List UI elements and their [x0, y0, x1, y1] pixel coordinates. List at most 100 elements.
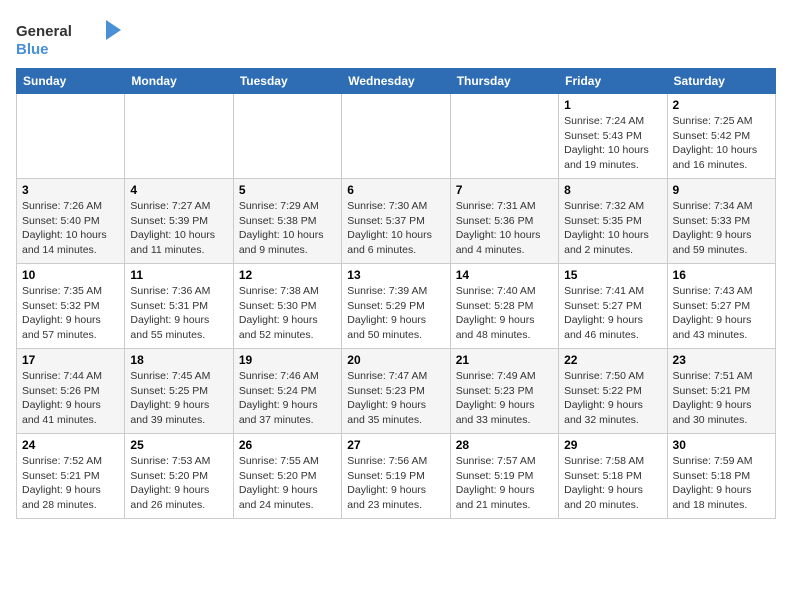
day-number: 24: [22, 438, 119, 452]
calendar-cell: 21 Sunrise: 7:49 AM Sunset: 5:23 PM Dayli…: [450, 349, 558, 434]
day-detail: Sunrise: 7:58 AM Sunset: 5:18 PM Dayligh…: [564, 454, 661, 513]
day-header-saturday: Saturday: [667, 69, 775, 94]
day-number: 13: [347, 268, 444, 282]
day-detail: Sunrise: 7:32 AM Sunset: 5:35 PM Dayligh…: [564, 199, 661, 258]
calendar-cell: 9 Sunrise: 7:34 AM Sunset: 5:33 PM Daylig…: [667, 179, 775, 264]
day-detail: Sunrise: 7:50 AM Sunset: 5:22 PM Dayligh…: [564, 369, 661, 428]
calendar-cell: 12 Sunrise: 7:38 AM Sunset: 5:30 PM Dayli…: [233, 264, 341, 349]
calendar-cell: 23 Sunrise: 7:51 AM Sunset: 5:21 PM Dayli…: [667, 349, 775, 434]
day-number: 19: [239, 353, 336, 367]
day-number: 20: [347, 353, 444, 367]
svg-text:Blue: Blue: [16, 41, 49, 58]
day-detail: Sunrise: 7:40 AM Sunset: 5:28 PM Dayligh…: [456, 284, 553, 343]
calendar-cell: 25Sunrise: 7:53 AM Sunset: 5:20 PM Dayli…: [125, 434, 233, 519]
day-number: 10: [22, 268, 119, 282]
day-detail: Sunrise: 7:43 AM Sunset: 5:27 PM Dayligh…: [673, 284, 770, 343]
calendar-cell: 5 Sunrise: 7:29 AM Sunset: 5:38 PM Daylig…: [233, 179, 341, 264]
day-detail: Sunrise: 7:25 AM Sunset: 5:42 PM Dayligh…: [673, 114, 770, 173]
calendar-week-row: 3Sunrise: 7:26 AM Sunset: 5:40 PM Daylig…: [17, 179, 776, 264]
day-number: 1: [564, 98, 661, 112]
day-detail: Sunrise: 7:52 AM Sunset: 5:21 PM Dayligh…: [22, 454, 119, 513]
day-detail: Sunrise: 7:26 AM Sunset: 5:40 PM Dayligh…: [22, 199, 119, 258]
day-detail: Sunrise: 7:55 AM Sunset: 5:20 PM Dayligh…: [239, 454, 336, 513]
calendar-cell: 1 Sunrise: 7:24 AM Sunset: 5:43 PM Daylig…: [559, 94, 667, 179]
calendar-week-row: 17 Sunrise: 7:44 AM Sunset: 5:26 PM Dayli…: [17, 349, 776, 434]
calendar-cell: [233, 94, 341, 179]
day-detail: Sunrise: 7:49 AM Sunset: 5:23 PM Dayligh…: [456, 369, 553, 428]
svg-text:General: General: [16, 23, 72, 40]
day-number: 8: [564, 183, 661, 197]
calendar-cell: 16 Sunrise: 7:43 AM Sunset: 5:27 PM Dayli…: [667, 264, 775, 349]
calendar-cell: [17, 94, 125, 179]
day-number: 22: [564, 353, 661, 367]
calendar-cell: 17 Sunrise: 7:44 AM Sunset: 5:26 PM Dayli…: [17, 349, 125, 434]
day-detail: Sunrise: 7:47 AM Sunset: 5:23 PM Dayligh…: [347, 369, 444, 428]
day-detail: Sunrise: 7:44 AM Sunset: 5:26 PM Dayligh…: [22, 369, 119, 428]
calendar-cell: 27Sunrise: 7:56 AM Sunset: 5:19 PM Dayli…: [342, 434, 450, 519]
calendar-cell: 6Sunrise: 7:30 AM Sunset: 5:37 PM Daylig…: [342, 179, 450, 264]
day-number: 12: [239, 268, 336, 282]
calendar-week-row: 24 Sunrise: 7:52 AM Sunset: 5:21 PM Dayli…: [17, 434, 776, 519]
day-number: 21: [456, 353, 553, 367]
calendar-cell: 8 Sunrise: 7:32 AM Sunset: 5:35 PM Daylig…: [559, 179, 667, 264]
calendar-cell: [125, 94, 233, 179]
logo: General Blue: [16, 16, 126, 60]
day-number: 28: [456, 438, 553, 452]
day-detail: Sunrise: 7:41 AM Sunset: 5:27 PM Dayligh…: [564, 284, 661, 343]
calendar-cell: 26 Sunrise: 7:55 AM Sunset: 5:20 PM Dayli…: [233, 434, 341, 519]
calendar-cell: 22 Sunrise: 7:50 AM Sunset: 5:22 PM Dayli…: [559, 349, 667, 434]
day-detail: Sunrise: 7:46 AM Sunset: 5:24 PM Dayligh…: [239, 369, 336, 428]
calendar-cell: 15 Sunrise: 7:41 AM Sunset: 5:27 PM Dayli…: [559, 264, 667, 349]
calendar-cell: 19 Sunrise: 7:46 AM Sunset: 5:24 PM Dayli…: [233, 349, 341, 434]
day-number: 5: [239, 183, 336, 197]
calendar-cell: 3Sunrise: 7:26 AM Sunset: 5:40 PM Daylig…: [17, 179, 125, 264]
day-number: 30: [673, 438, 770, 452]
day-detail: Sunrise: 7:38 AM Sunset: 5:30 PM Dayligh…: [239, 284, 336, 343]
day-detail: Sunrise: 7:51 AM Sunset: 5:21 PM Dayligh…: [673, 369, 770, 428]
day-header-friday: Friday: [559, 69, 667, 94]
day-number: 26: [239, 438, 336, 452]
day-number: 18: [130, 353, 227, 367]
calendar-cell: 18Sunrise: 7:45 AM Sunset: 5:25 PM Dayli…: [125, 349, 233, 434]
calendar-cell: 7 Sunrise: 7:31 AM Sunset: 5:36 PM Daylig…: [450, 179, 558, 264]
logo-icon: General Blue: [16, 16, 126, 60]
day-detail: Sunrise: 7:39 AM Sunset: 5:29 PM Dayligh…: [347, 284, 444, 343]
day-detail: Sunrise: 7:35 AM Sunset: 5:32 PM Dayligh…: [22, 284, 119, 343]
day-number: 9: [673, 183, 770, 197]
calendar-cell: 4Sunrise: 7:27 AM Sunset: 5:39 PM Daylig…: [125, 179, 233, 264]
day-number: 6: [347, 183, 444, 197]
day-number: 29: [564, 438, 661, 452]
calendar-cell: [450, 94, 558, 179]
day-detail: Sunrise: 7:56 AM Sunset: 5:19 PM Dayligh…: [347, 454, 444, 513]
calendar-cell: 29 Sunrise: 7:58 AM Sunset: 5:18 PM Dayli…: [559, 434, 667, 519]
day-number: 15: [564, 268, 661, 282]
day-detail: Sunrise: 7:31 AM Sunset: 5:36 PM Dayligh…: [456, 199, 553, 258]
calendar-cell: 2 Sunrise: 7:25 AM Sunset: 5:42 PM Daylig…: [667, 94, 775, 179]
day-number: 4: [130, 183, 227, 197]
calendar-cell: 11Sunrise: 7:36 AM Sunset: 5:31 PM Dayli…: [125, 264, 233, 349]
day-header-sunday: Sunday: [17, 69, 125, 94]
day-number: 14: [456, 268, 553, 282]
day-detail: Sunrise: 7:59 AM Sunset: 5:18 PM Dayligh…: [673, 454, 770, 513]
day-number: 11: [130, 268, 227, 282]
calendar-cell: 10 Sunrise: 7:35 AM Sunset: 5:32 PM Dayli…: [17, 264, 125, 349]
calendar-cell: 20 Sunrise: 7:47 AM Sunset: 5:23 PM Dayli…: [342, 349, 450, 434]
page-header: General Blue: [16, 16, 776, 60]
day-detail: Sunrise: 7:34 AM Sunset: 5:33 PM Dayligh…: [673, 199, 770, 258]
calendar-cell: 24 Sunrise: 7:52 AM Sunset: 5:21 PM Dayli…: [17, 434, 125, 519]
calendar-cell: 13 Sunrise: 7:39 AM Sunset: 5:29 PM Dayli…: [342, 264, 450, 349]
day-number: 16: [673, 268, 770, 282]
day-number: 17: [22, 353, 119, 367]
calendar-cell: 28 Sunrise: 7:57 AM Sunset: 5:19 PM Dayli…: [450, 434, 558, 519]
day-number: 7: [456, 183, 553, 197]
day-detail: Sunrise: 7:24 AM Sunset: 5:43 PM Dayligh…: [564, 114, 661, 173]
calendar-week-row: 1 Sunrise: 7:24 AM Sunset: 5:43 PM Daylig…: [17, 94, 776, 179]
day-number: 2: [673, 98, 770, 112]
day-header-wednesday: Wednesday: [342, 69, 450, 94]
day-detail: Sunrise: 7:57 AM Sunset: 5:19 PM Dayligh…: [456, 454, 553, 513]
day-number: 23: [673, 353, 770, 367]
day-detail: Sunrise: 7:29 AM Sunset: 5:38 PM Dayligh…: [239, 199, 336, 258]
day-number: 25: [130, 438, 227, 452]
calendar-table: SundayMondayTuesdayWednesdayThursdayFrid…: [16, 68, 776, 519]
day-header-thursday: Thursday: [450, 69, 558, 94]
